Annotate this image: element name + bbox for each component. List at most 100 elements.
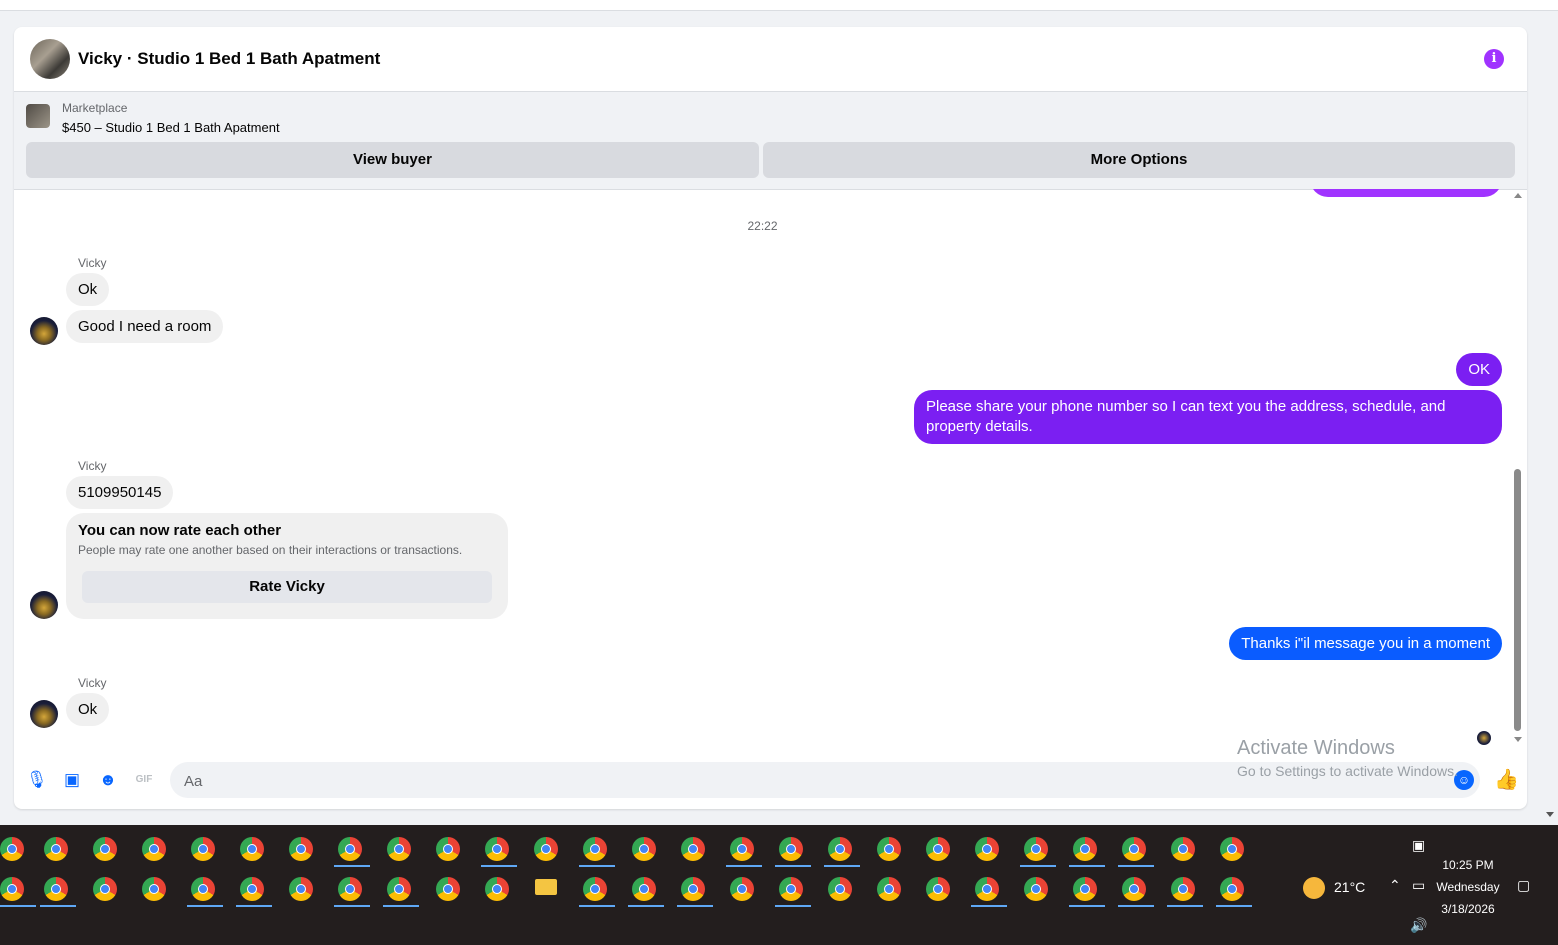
chrome-icon[interactable] — [1171, 877, 1195, 901]
chrome-icon[interactable] — [1024, 837, 1048, 861]
active-indicator — [481, 865, 517, 867]
chrome-icon[interactable] — [828, 877, 852, 901]
chrome-icon[interactable] — [583, 877, 607, 901]
chrome-icon[interactable] — [534, 837, 558, 861]
outgoing-message[interactable]: OK — [1456, 353, 1502, 386]
more-options-button[interactable]: More Options — [763, 142, 1515, 178]
file-explorer-icon[interactable] — [535, 879, 557, 895]
chrome-icon[interactable] — [240, 877, 264, 901]
sender-avatar[interactable] — [30, 317, 58, 345]
chrome-icon[interactable] — [93, 877, 117, 901]
active-indicator — [579, 905, 615, 907]
chrome-icon[interactable] — [730, 877, 754, 901]
chrome-icon[interactable] — [436, 837, 460, 861]
chrome-icon[interactable] — [338, 837, 362, 861]
chrome-icon[interactable] — [926, 837, 950, 861]
outgoing-bubble-partial — [1310, 189, 1502, 197]
microphone-icon[interactable]: 🎙 — [26, 770, 48, 790]
rate-vicky-button[interactable]: Rate Vicky — [82, 571, 492, 603]
network-icon[interactable]: ▭ — [1412, 877, 1425, 894]
incoming-message[interactable]: Ok — [66, 693, 110, 726]
active-indicator — [628, 905, 664, 907]
chrome-icon[interactable] — [926, 877, 950, 901]
gif-icon[interactable]: GIF — [134, 770, 154, 790]
outgoing-message[interactable]: Thanks i"il message you in a moment — [1229, 627, 1502, 660]
chrome-icon[interactable] — [436, 877, 460, 901]
chrome-icon[interactable] — [1220, 877, 1244, 901]
chrome-icon[interactable] — [1122, 877, 1146, 901]
chrome-icon[interactable] — [289, 877, 313, 901]
outgoing-message[interactable]: Please share your phone number so I can … — [914, 390, 1502, 444]
sender-avatar[interactable] — [30, 591, 58, 619]
clock-time[interactable]: 10:25 PM — [1430, 858, 1506, 872]
chrome-icon[interactable] — [240, 837, 264, 861]
incoming-message[interactable]: Good I need a room — [66, 310, 224, 343]
chrome-icon[interactable] — [632, 837, 656, 861]
chrome-icon[interactable] — [877, 837, 901, 861]
chrome-icon[interactable] — [975, 837, 999, 861]
chrome-icon[interactable] — [1220, 837, 1244, 861]
chrome-icon[interactable] — [632, 877, 656, 901]
sender-name: Vicky — [78, 256, 107, 270]
chrome-icon[interactable] — [338, 877, 362, 901]
scroll-up-arrow[interactable] — [1514, 193, 1522, 198]
sender-avatar[interactable] — [30, 700, 58, 728]
chrome-icon[interactable] — [779, 877, 803, 901]
chrome-icon[interactable] — [1073, 877, 1097, 901]
sender-name: Vicky — [78, 459, 107, 473]
chevron-up-icon[interactable]: ⌃ — [1389, 877, 1401, 894]
chrome-icon[interactable] — [142, 877, 166, 901]
message-scrollbar[interactable] — [1511, 189, 1525, 754]
chrome-icon[interactable] — [0, 877, 24, 901]
chrome-icon[interactable] — [681, 837, 705, 861]
chrome-icon[interactable] — [681, 877, 705, 901]
chrome-icon[interactable] — [485, 837, 509, 861]
chrome-icon[interactable] — [1122, 837, 1146, 861]
notification-icon[interactable]: ▢ — [1517, 877, 1530, 894]
chrome-icon[interactable] — [828, 837, 852, 861]
active-indicator — [1216, 905, 1252, 907]
chrome-icon[interactable] — [975, 877, 999, 901]
active-indicator — [187, 905, 223, 907]
chrome-icon[interactable] — [485, 877, 509, 901]
info-icon[interactable]: i — [1484, 49, 1504, 69]
clock-date[interactable]: 3/18/2026 — [1430, 902, 1506, 916]
chrome-icon[interactable] — [93, 837, 117, 861]
meet-icon[interactable]: ▣ — [1412, 837, 1425, 854]
chrome-icon[interactable] — [0, 837, 24, 861]
chrome-icon[interactable] — [779, 837, 803, 861]
listing-avatar[interactable] — [30, 39, 70, 79]
speaker-icon[interactable]: 🔊 — [1410, 917, 1427, 934]
incoming-message[interactable]: Ok — [66, 273, 110, 306]
listing-thumbnail[interactable] — [26, 104, 50, 128]
rate-card: You can now rate each other People may r… — [66, 513, 508, 619]
weather-icon[interactable] — [1303, 877, 1325, 899]
chrome-icon[interactable] — [191, 837, 215, 861]
scroll-down-arrow[interactable] — [1514, 737, 1522, 742]
chrome-icon[interactable] — [877, 877, 901, 901]
chrome-icon[interactable] — [44, 837, 68, 861]
chrome-icon[interactable] — [1073, 837, 1097, 861]
chrome-icon[interactable] — [387, 837, 411, 861]
thumbs-up-icon[interactable]: 👍 — [1494, 770, 1519, 790]
photo-icon[interactable]: ▣ — [62, 770, 82, 790]
chrome-icon[interactable] — [191, 877, 215, 901]
clock-day[interactable]: Wednesday — [1430, 880, 1506, 894]
chrome-icon[interactable] — [289, 837, 313, 861]
chrome-icon[interactable] — [1171, 837, 1195, 861]
message-list[interactable]: 22:22 Vicky Ok Good I need a room OK Ple… — [14, 189, 1527, 754]
temperature[interactable]: 21°C — [1334, 879, 1365, 895]
page-scroll-down-arrow[interactable] — [1546, 812, 1554, 817]
scrollbar-thumb[interactable] — [1514, 469, 1521, 731]
sticker-icon[interactable]: ☻ — [98, 770, 118, 790]
chrome-icon[interactable] — [387, 877, 411, 901]
chat-title[interactable]: Vicky · Studio 1 Bed 1 Bath Apatment — [78, 49, 380, 69]
chrome-icon[interactable] — [1024, 877, 1048, 901]
chrome-icon[interactable] — [44, 877, 68, 901]
chrome-icon[interactable] — [142, 837, 166, 861]
chrome-icon[interactable] — [583, 837, 607, 861]
listing-title[interactable]: $450 – Studio 1 Bed 1 Bath Apatment — [62, 120, 280, 135]
incoming-message[interactable]: 5109950145 — [66, 476, 174, 509]
chrome-icon[interactable] — [730, 837, 754, 861]
view-buyer-button[interactable]: View buyer — [26, 142, 759, 178]
